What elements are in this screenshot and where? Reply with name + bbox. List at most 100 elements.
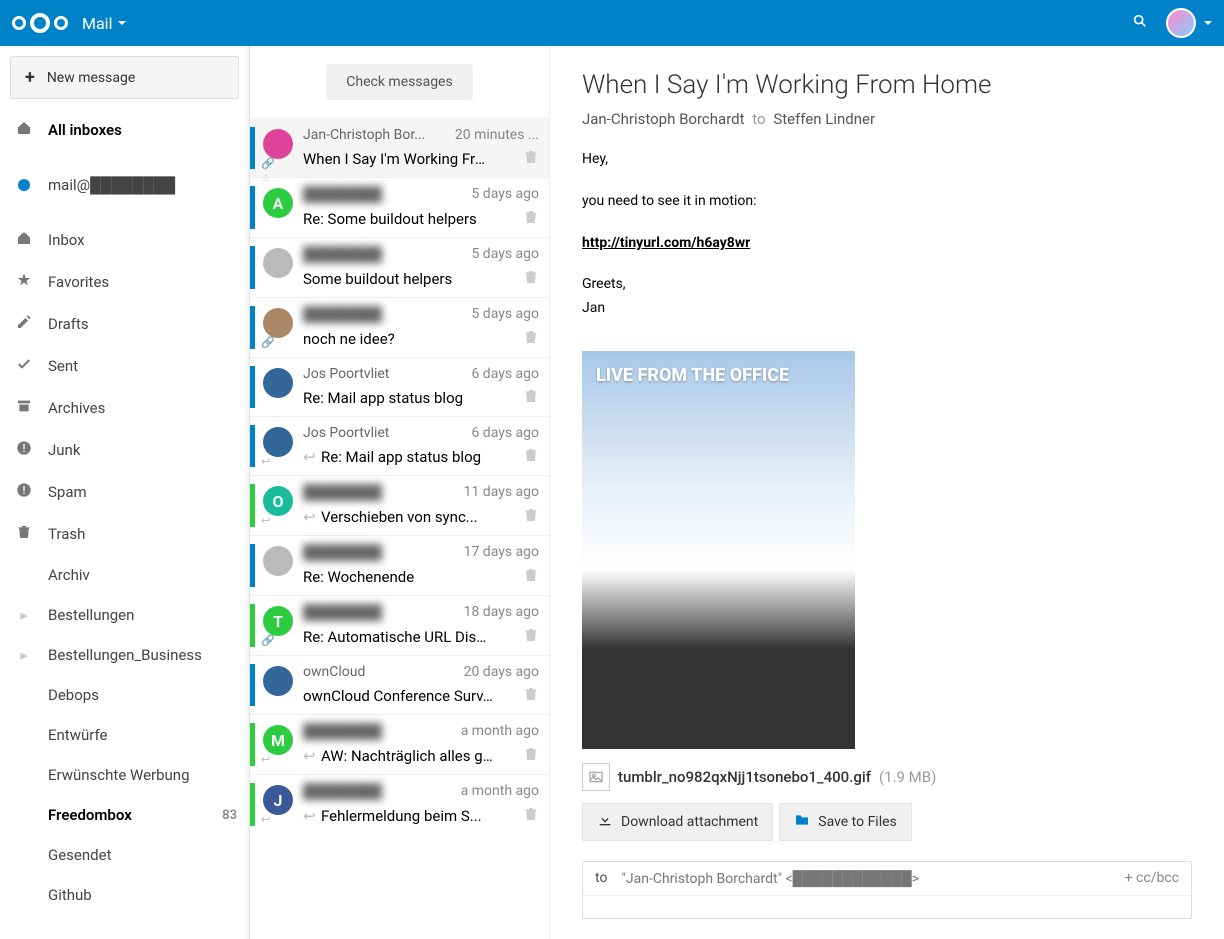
sidebar-item-label: Favorites [48, 273, 109, 291]
sidebar-folder-archiv[interactable]: Archiv [0, 555, 249, 595]
message-avatar [263, 129, 293, 159]
message-item[interactable]: ████████5 days agoSome buildout helpers [250, 237, 549, 297]
mail-content: When I Say I'm Working From Home Jan-Chr… [550, 46, 1224, 939]
reply-icon: ↩ [303, 448, 316, 466]
message-time: 11 days ago [464, 484, 539, 501]
sidebar-folder-bestellungen[interactable]: ▸Bestellungen [0, 595, 249, 635]
sidebar-item-trash[interactable]: Trash [0, 513, 249, 555]
save-to-files-button[interactable]: Save to Files [779, 803, 912, 841]
message-stripe [250, 783, 255, 826]
message-time: 5 days ago [471, 186, 539, 203]
trash-icon[interactable] [523, 507, 539, 527]
sidebar-all-inboxes[interactable]: All inboxes [0, 109, 249, 151]
sidebar: + New message All inboxes mail@████████ … [0, 46, 250, 939]
message-subject: noch ne idee? [303, 330, 395, 348]
archive-icon [14, 398, 34, 418]
sidebar-item-favorites[interactable]: Favorites [0, 261, 249, 303]
message-item[interactable]: ████████5 days agonoch ne idee?🔗 [250, 297, 549, 357]
message-time: a month ago [461, 723, 539, 740]
user-menu-caret[interactable] [1204, 21, 1212, 29]
message-item[interactable]: O████████11 days ago↩Verschieben von syn… [250, 475, 549, 535]
search-icon[interactable] [1132, 13, 1148, 33]
folder-label: Github [48, 886, 92, 904]
folder-label: Freedombox [48, 806, 132, 824]
sidebar-item-sent[interactable]: Sent [0, 345, 249, 387]
compose-to-label: to [595, 870, 607, 886]
sidebar-item-archives[interactable]: Archives [0, 387, 249, 429]
check-messages-button[interactable]: Check messages [326, 64, 472, 100]
message-item[interactable]: Jos Poortvliet6 days agoRe: Mail app sta… [250, 357, 549, 416]
sidebar-folder-gesendet[interactable]: Gesendet [0, 835, 249, 875]
message-item[interactable]: A████████5 days agoRe: Some buildout hel… [250, 177, 549, 237]
message-subject: Some buildout helpers [303, 270, 452, 288]
message-sender: Jan-Christoph Bor... [303, 127, 425, 143]
message-time: 6 days ago [471, 425, 539, 441]
compose-body[interactable] [583, 896, 1191, 918]
trash-icon[interactable] [523, 269, 539, 289]
sidebar-folder-github[interactable]: Github [0, 875, 249, 915]
app-logo[interactable] [12, 13, 68, 33]
account-dot-icon [18, 179, 30, 191]
sidebar-item-drafts[interactable]: Drafts [0, 303, 249, 345]
message-time: 17 days ago [464, 544, 539, 561]
message-item[interactable]: Jan-Christoph Bor...20 minutes ...When I… [250, 118, 549, 177]
trash-icon[interactable] [523, 627, 539, 647]
trash-icon[interactable] [523, 329, 539, 349]
message-sender: ████████ [303, 246, 382, 263]
all-inboxes-label: All inboxes [48, 121, 122, 139]
message-item[interactable]: J████████a month ago↩Fehlermeldung beim … [250, 774, 549, 834]
sidebar-item-spam[interactable]: Spam [0, 471, 249, 513]
sidebar-item-inbox[interactable]: Inbox [0, 219, 249, 261]
reply-icon: ↩ [261, 813, 270, 826]
download-attachment-button[interactable]: Download attachment [582, 803, 773, 841]
trash-icon[interactable] [523, 447, 539, 467]
message-stripe [250, 604, 255, 647]
chevron-right-icon: ▸ [14, 606, 34, 624]
compose-to-row[interactable]: to "Jan-Christoph Borchardt" <██████████… [583, 862, 1191, 896]
attachment-row: tumblr_no982qxNjj1tsonebo1_400.gif (1.9 … [582, 763, 1192, 791]
sidebar-folder-debops[interactable]: Debops [0, 675, 249, 715]
message-stripe [250, 425, 255, 467]
user-avatar[interactable] [1166, 8, 1196, 38]
compose-ccbcc-toggle[interactable]: + cc/bcc [1125, 870, 1179, 886]
message-avatar [263, 248, 293, 278]
sidebar-folder-freedombox[interactable]: Freedombox 83 [0, 795, 249, 835]
sidebar-item-junk[interactable]: Junk [0, 429, 249, 471]
message-sender: ████████ [303, 723, 382, 740]
message-subject: Re: Some buildout helpers [303, 210, 477, 228]
trash-icon[interactable] [523, 746, 539, 766]
trash-icon[interactable] [523, 806, 539, 826]
message-item[interactable]: ████████17 days agoRe: Wochenende [250, 535, 549, 595]
sidebar-account[interactable]: mail@████████ [0, 165, 249, 205]
compose-recipient: "Jan-Christoph Borchardt" <████████████> [621, 870, 919, 887]
folder-label: Entwürfe [48, 726, 107, 744]
message-sender: ownCloud [303, 664, 365, 680]
sidebar-folder-bestellungen_business[interactable]: ▸Bestellungen_Business [0, 635, 249, 675]
message-item[interactable]: ownCloud20 days agoownCloud Conference S… [250, 655, 549, 714]
sidebar-folder-entwürfe[interactable]: Entwürfe [0, 715, 249, 755]
message-item[interactable]: M████████a month ago↩AW: Nachträglich al… [250, 714, 549, 774]
folder-label: Bestellungen_Business [48, 646, 202, 664]
link-icon: 🔗 [261, 157, 275, 170]
link-icon: 🔗 [261, 336, 275, 349]
compose-reply: to "Jan-Christoph Borchardt" <██████████… [582, 861, 1192, 919]
trash-icon[interactable] [523, 149, 539, 169]
plus-icon: + [25, 67, 35, 88]
message-item[interactable]: Jos Poortvliet6 days ago↩Re: Mail app st… [250, 416, 549, 475]
folder-count: 83 [222, 808, 237, 823]
sidebar-item-label: Drafts [48, 315, 89, 333]
message-item[interactable]: T████████18 days agoRe: Automatische URL… [250, 595, 549, 655]
download-icon [597, 812, 613, 832]
mail-body: Hey, you need to see it in motion: http:… [582, 148, 1192, 321]
message-subject: Re: Mail app status blog [303, 389, 463, 407]
attachment-name: tumblr_no982qxNjj1tsonebo1_400.gif [618, 768, 871, 786]
mail-body-link[interactable]: http://tinyurl.com/h6ay8wr [582, 235, 750, 251]
sidebar-folder-erwünschte werbung[interactable]: Erwünschte Werbung [0, 755, 249, 795]
reply-icon: ↩ [261, 514, 270, 527]
trash-icon[interactable] [523, 209, 539, 229]
trash-icon[interactable] [523, 567, 539, 587]
trash-icon[interactable] [523, 686, 539, 706]
new-message-button[interactable]: + New message [10, 56, 239, 99]
trash-icon[interactable] [523, 388, 539, 408]
app-switcher[interactable]: Mail [82, 14, 126, 33]
